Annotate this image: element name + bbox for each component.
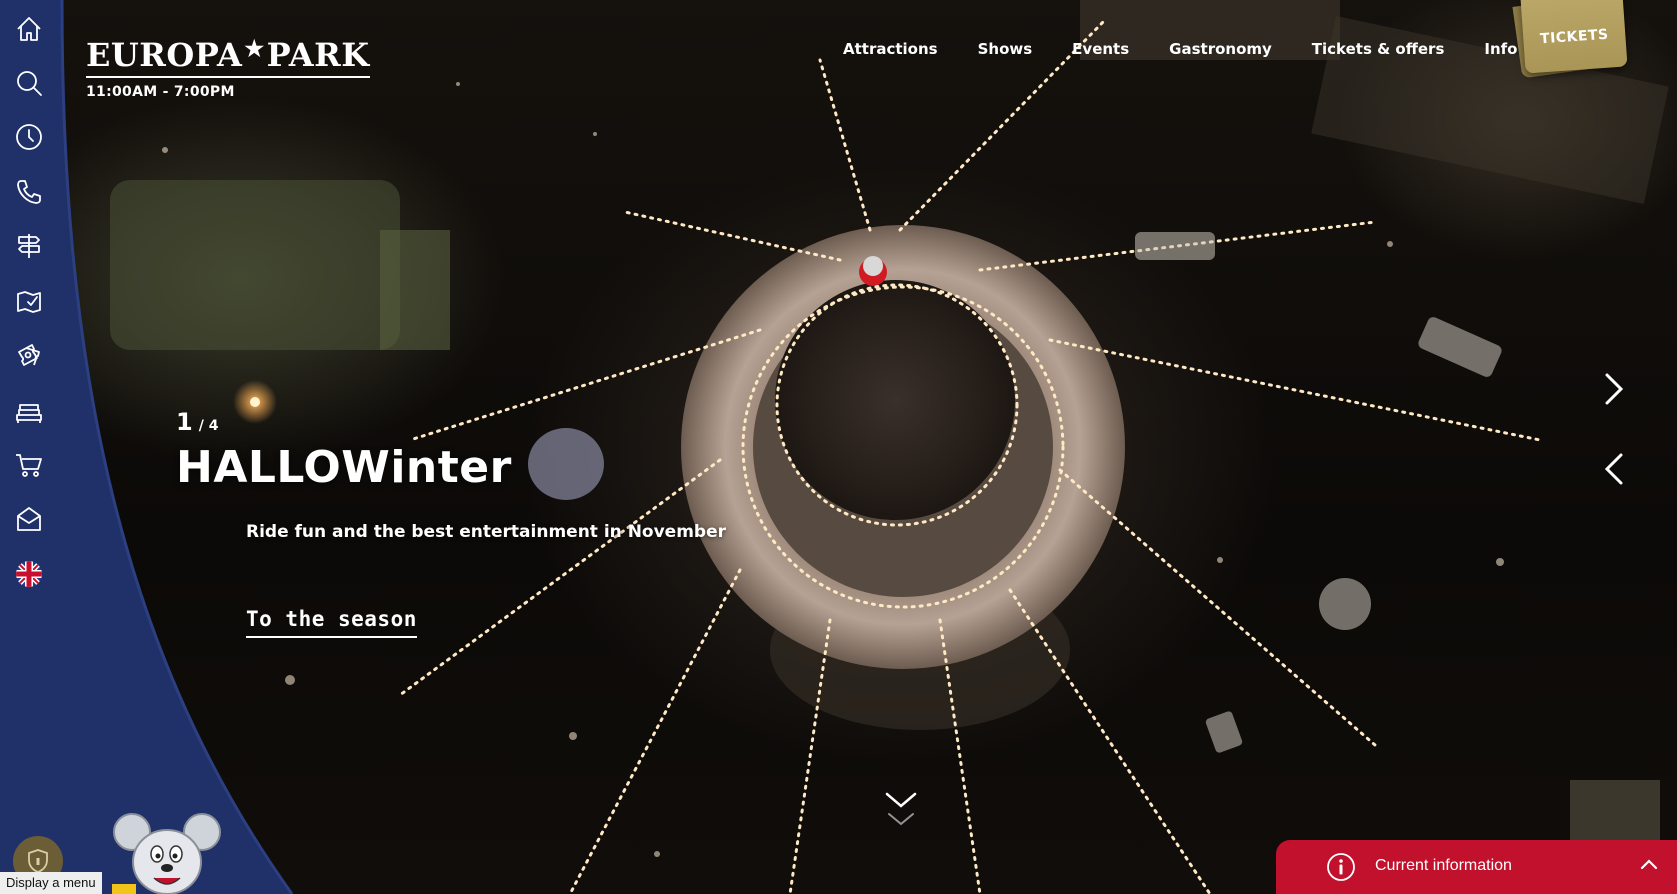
mascot-mouse — [112, 813, 221, 894]
logo-star-icon: ★ — [244, 36, 265, 62]
nav-gastronomy[interactable]: Gastronomy — [1169, 40, 1272, 58]
phone-icon[interactable] — [10, 173, 48, 211]
tickets-button[interactable]: TICKETS — [1520, 0, 1628, 74]
chevron-right-icon — [1605, 373, 1624, 405]
hotel-bed-icon[interactable] — [10, 391, 48, 429]
current-information-bar[interactable]: Current information — [1276, 840, 1677, 894]
uk-flag-icon[interactable] — [10, 555, 48, 593]
info-icon — [1327, 853, 1355, 881]
logo-text-right: PARK — [266, 36, 370, 74]
tickets-icon[interactable] — [10, 336, 48, 374]
slide-subtitle: Ride fun and the best entertainment in N… — [246, 522, 727, 542]
nav-events[interactable]: Events — [1072, 40, 1129, 58]
next-slide-button[interactable] — [1596, 366, 1632, 412]
double-chevron-down-icon — [885, 792, 917, 826]
slide-current: 1 — [176, 408, 193, 436]
scroll-down-button[interactable] — [883, 790, 919, 836]
logo-wordmark: EUROPA ★ PARK — [86, 20, 370, 78]
current-information-label: Current information — [1375, 857, 1512, 874]
prev-slide-button[interactable] — [1596, 446, 1632, 492]
cart-icon[interactable] — [10, 446, 48, 484]
chevron-up-icon[interactable] — [1639, 857, 1659, 871]
slide-counter: 1 / 4 — [176, 408, 218, 436]
shield-icon — [28, 849, 48, 873]
slide-total: / 4 — [198, 418, 219, 434]
slide-title: HALLOWinter — [176, 442, 512, 493]
search-icon[interactable] — [10, 64, 48, 102]
opening-hours: 11:00AM - 7:00PM — [86, 84, 235, 100]
home-icon[interactable] — [10, 10, 48, 48]
nav-info[interactable]: Info — [1484, 40, 1517, 58]
to-the-season-link[interactable]: To the season — [246, 607, 417, 638]
europa-park-logo[interactable]: EUROPA ★ PARK 11:00AM - 7:00PM — [86, 20, 370, 100]
logo-text-left: EUROPA — [86, 36, 243, 74]
nav-shows[interactable]: Shows — [978, 40, 1033, 58]
mail-icon[interactable] — [10, 500, 48, 538]
tickets-button-label: TICKETS — [1539, 26, 1610, 48]
menu-tooltip: Display a menu — [0, 872, 102, 894]
nav-attractions[interactable]: Attractions — [843, 40, 938, 58]
map-icon[interactable] — [10, 282, 48, 320]
signpost-icon[interactable] — [10, 227, 48, 265]
chevron-left-icon — [1604, 453, 1623, 485]
clock-icon[interactable] — [10, 118, 48, 156]
nav-tickets-offers[interactable]: Tickets & offers — [1312, 40, 1445, 58]
top-navigation: Attractions Shows Events Gastronomy Tick… — [843, 40, 1517, 58]
sidebar — [0, 0, 60, 894]
